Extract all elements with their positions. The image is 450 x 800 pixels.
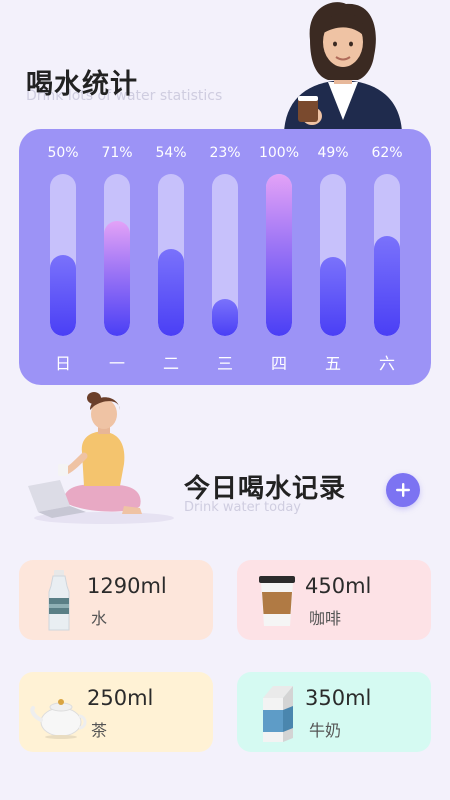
percent-label: 54% bbox=[155, 145, 187, 161]
plus-circle-icon bbox=[396, 483, 410, 497]
progress-track bbox=[374, 174, 400, 336]
stats-column: 100% 四 bbox=[254, 129, 304, 385]
today-title: 今日喝水记录 bbox=[184, 474, 347, 504]
percent-label: 23% bbox=[209, 145, 241, 161]
girl-with-laptop-illustration bbox=[28, 392, 174, 524]
day-label: 四 bbox=[270, 354, 287, 373]
water-bottle-icon bbox=[48, 570, 70, 631]
page-title: 喝水统计 bbox=[26, 69, 138, 100]
weekly-stats-card: 50% 日 71% 一 54% 二 23% 三 100% 四 49% 五 62%… bbox=[19, 129, 431, 385]
milk-carton-icon bbox=[263, 686, 293, 742]
progress-track bbox=[104, 174, 130, 336]
businesswoman-illustration bbox=[284, 2, 402, 132]
coffee-cup-icon bbox=[259, 576, 295, 626]
progress-fill bbox=[212, 298, 238, 336]
stats-column: 49% 五 bbox=[308, 129, 358, 385]
progress-fill bbox=[266, 174, 292, 336]
teapot-icon bbox=[30, 699, 87, 739]
percent-label: 100% bbox=[258, 145, 300, 161]
record-label: 牛奶 bbox=[309, 721, 342, 740]
record-label: 水 bbox=[91, 609, 108, 628]
record-amount: 350ml bbox=[305, 686, 372, 710]
day-label: 日 bbox=[54, 354, 71, 373]
record-amount: 450ml bbox=[305, 574, 372, 598]
progress-track bbox=[212, 174, 238, 336]
record-card-water[interactable]: 1290ml 水 bbox=[19, 560, 213, 640]
progress-fill bbox=[104, 220, 130, 336]
stats-column: 23% 三 bbox=[200, 129, 250, 385]
stats-column: 54% 二 bbox=[146, 129, 196, 385]
progress-fill bbox=[50, 255, 76, 336]
progress-track bbox=[158, 174, 184, 336]
progress-fill bbox=[320, 256, 346, 336]
day-label: 二 bbox=[162, 354, 179, 373]
record-card-tea[interactable]: 250ml 茶 bbox=[19, 672, 213, 752]
progress-track bbox=[50, 174, 76, 336]
day-label: 三 bbox=[216, 354, 233, 373]
stats-column: 62% 六 bbox=[362, 129, 412, 385]
record-amount: 250ml bbox=[87, 686, 154, 710]
percent-label: 71% bbox=[101, 145, 133, 161]
progress-fill bbox=[158, 248, 184, 336]
record-card-coffee[interactable]: 450ml 咖啡 bbox=[237, 560, 431, 640]
add-record-button[interactable] bbox=[386, 473, 420, 507]
record-label: 茶 bbox=[91, 721, 108, 740]
stats-column: 71% 一 bbox=[92, 129, 142, 385]
day-label: 一 bbox=[108, 354, 125, 373]
record-card-milk[interactable]: 350ml 牛奶 bbox=[237, 672, 431, 752]
record-amount: 1290ml bbox=[87, 574, 167, 598]
day-label: 五 bbox=[324, 354, 341, 373]
record-label: 咖啡 bbox=[309, 609, 342, 628]
percent-label: 62% bbox=[371, 145, 403, 161]
day-label: 六 bbox=[378, 354, 395, 373]
progress-track bbox=[320, 174, 346, 336]
stats-column: 50% 日 bbox=[38, 129, 88, 385]
percent-label: 50% bbox=[47, 145, 79, 161]
progress-fill bbox=[374, 235, 400, 336]
percent-label: 49% bbox=[317, 145, 349, 161]
progress-track bbox=[266, 174, 292, 336]
